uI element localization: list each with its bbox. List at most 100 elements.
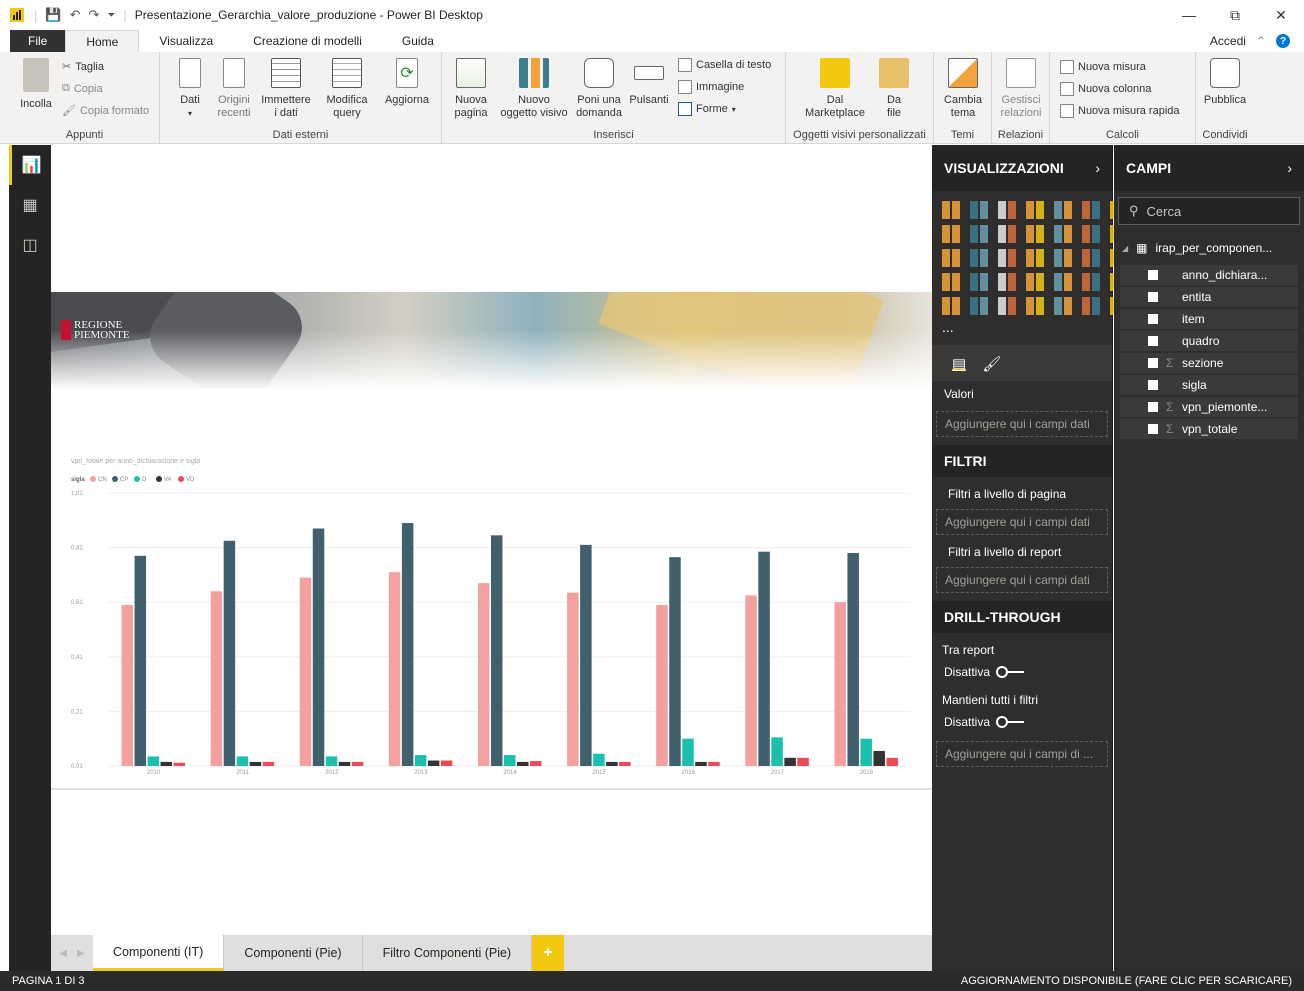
visual-type-icon[interactable] [970,249,988,267]
next-page-icon[interactable]: ▶ [77,948,85,959]
visual-type-icon[interactable] [998,297,1016,315]
poni-domanda-button[interactable]: Poni una domanda [574,58,624,120]
immagine-button[interactable]: Immagine [678,80,744,94]
visual-type-icon[interactable] [1026,249,1044,267]
field-item[interactable]: Σvpn_totale [1120,419,1298,439]
drill-through-drop-zone[interactable]: Aggiungere qui i campi di ... [936,741,1108,767]
close-icon[interactable]: ✕ [1258,0,1304,30]
visual-type-icon[interactable] [970,225,988,243]
field-checkbox[interactable] [1148,270,1158,280]
da-file-button[interactable]: Da file [874,58,914,120]
visual-type-icon[interactable] [970,273,988,291]
visual-type-icon[interactable] [942,297,960,315]
valori-drop-zone[interactable]: Aggiungere qui i campi dati [936,411,1108,437]
add-page-button[interactable]: + [532,935,565,971]
visual-type-icon[interactable] [998,249,1016,267]
visual-type-icon[interactable] [1054,201,1072,219]
immettere-dati-button[interactable]: Immettere i dati [258,58,314,120]
field-checkbox[interactable] [1148,336,1158,346]
filtri-report-drop-zone[interactable]: Aggiungere qui i campi dati [936,567,1108,593]
pubblica-button[interactable]: Pubblica [1198,58,1252,107]
save-icon[interactable]: 💾 [45,7,61,23]
visual-type-icon[interactable] [1082,273,1100,291]
field-item[interactable]: item [1120,309,1298,329]
visual-type-icon[interactable] [1054,297,1072,315]
field-item[interactable]: anno_dichiara... [1120,265,1298,285]
incolla-button[interactable]: Incolla [14,58,58,111]
nuova-colonna-button[interactable]: Nuova colonna [1060,82,1151,96]
field-item[interactable]: Σvpn_piemonte... [1120,397,1298,417]
field-checkbox[interactable] [1148,380,1158,390]
visual-type-icon[interactable] [998,201,1016,219]
visual-type-icon[interactable] [970,201,988,219]
visual-type-icon[interactable] [942,225,960,243]
redo-icon[interactable]: ↷ [88,7,99,23]
customize-qa-icon[interactable]: ⏷ [107,10,115,21]
visual-type-icon[interactable] [1082,225,1100,243]
undo-icon[interactable]: ↶ [70,7,81,23]
visual-type-icon[interactable] [942,249,960,267]
report-view-icon[interactable]: 📊 [9,145,51,185]
prev-page-icon[interactable]: ◀ [59,948,67,959]
visual-type-icon[interactable] [1082,201,1100,219]
tab-visualizza[interactable]: Visualizza [139,30,233,52]
field-item[interactable]: sigla [1120,375,1298,395]
visual-type-icon[interactable] [1026,201,1044,219]
visual-type-icon[interactable] [1082,249,1100,267]
help-icon[interactable]: ? [1276,34,1290,48]
aggiorna-button[interactable]: ⟳ Aggiorna [380,58,434,107]
nuova-misura-button[interactable]: Nuova misura [1060,60,1146,74]
field-checkbox[interactable] [1148,402,1158,412]
visual-type-icon[interactable] [1082,297,1100,315]
copia-button[interactable]: ⧉ Copia [62,82,103,95]
visual-type-icon[interactable] [998,273,1016,291]
page-tab-componenti-pie[interactable]: Componenti (Pie) [224,935,363,971]
field-checkbox[interactable] [1148,424,1158,434]
field-checkbox[interactable] [1148,314,1158,324]
collapse-fields-icon[interactable]: › [1287,160,1292,176]
copia-formato-button[interactable]: 🖌 Copia formato [62,104,149,118]
visual-type-icon[interactable] [1054,249,1072,267]
field-checkbox[interactable] [1148,358,1158,368]
field-item[interactable]: quadro [1120,331,1298,351]
visual-type-icon[interactable] [1026,297,1044,315]
bar-chart-visual[interactable]: vpn_totale per anno_dichiarazione e sigl… [51,395,932,790]
origini-recenti-button[interactable]: Origini recenti [212,58,256,120]
update-available-link[interactable]: AGGIORNAMENTO DISPONIBILE (FARE CLIC PER… [961,975,1292,987]
forme-button[interactable]: Forme ▾ [678,102,736,116]
visual-type-icon[interactable] [942,201,960,219]
tra-report-toggle[interactable]: Disattiva [932,659,1112,685]
visual-type-icon[interactable] [970,297,988,315]
misura-rapida-button[interactable]: Nuova misura rapida [1060,104,1180,118]
collapse-viz-icon[interactable]: › [1095,160,1100,176]
modifica-query-button[interactable]: Modifica query [320,58,374,120]
visual-type-icon[interactable] [1054,225,1072,243]
table-node[interactable]: ◢ ▦ irap_per_componen... [1114,231,1304,265]
signin-link[interactable]: Accedi [1210,34,1246,48]
field-item[interactable]: Σsezione [1120,353,1298,373]
taglia-button[interactable]: ✂ Taglia [62,60,104,74]
tab-file[interactable]: File [10,30,66,52]
tab-modelli[interactable]: Creazione di modelli [233,30,382,52]
collapse-ribbon-icon[interactable]: ⌃ [1256,34,1266,48]
nuovo-oggetto-button[interactable]: Nuovo oggetto visivo [496,58,572,120]
model-view-icon[interactable]: ◫ [9,225,51,265]
visual-type-icon[interactable] [1026,273,1044,291]
restore-icon[interactable]: ⧉ [1212,0,1258,30]
cambia-tema-button[interactable]: Cambia tema [940,58,986,120]
page-tab-filtro-componenti[interactable]: Filtro Componenti (Pie) [363,935,533,971]
field-checkbox[interactable] [1148,292,1158,302]
visual-type-icon[interactable] [1054,273,1072,291]
filtri-pagina-drop-zone[interactable]: Aggiungere qui i campi dati [936,509,1108,535]
marketplace-button[interactable]: Dal Marketplace [800,58,870,120]
gestisci-relazioni-button[interactable]: Gestisci relazioni [996,58,1046,120]
minimize-icon[interactable]: — [1166,0,1212,30]
page-tab-componenti-it[interactable]: Componenti (IT) [93,935,225,971]
more-visuals-button[interactable]: ... [932,315,1112,339]
data-view-icon[interactable]: ▦ [9,185,51,225]
visual-type-icon[interactable] [942,273,960,291]
mantieni-filtri-toggle[interactable]: Disattiva [932,709,1112,735]
casella-testo-button[interactable]: Casella di testo [678,58,771,72]
nuova-pagina-button[interactable]: Nuova pagina [448,58,494,120]
field-item[interactable]: entita [1120,287,1298,307]
